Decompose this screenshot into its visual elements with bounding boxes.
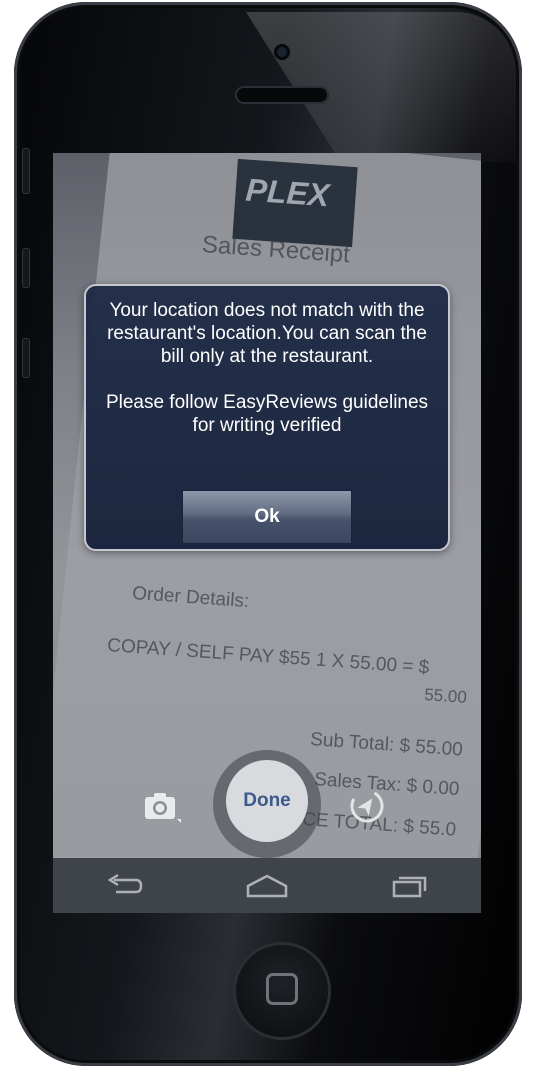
dialog-guidelines: Please follow EasyReviews guidelines for…: [105, 392, 429, 436]
home-button[interactable]: [236, 945, 328, 1037]
recent-apps-icon: [392, 876, 426, 897]
front-camera: [274, 44, 290, 60]
navigation-bar: [53, 858, 481, 913]
earpiece-speaker: [235, 86, 329, 104]
back-button[interactable]: [94, 866, 154, 906]
volume-up-button: [22, 248, 30, 288]
home-nav-button[interactable]: [237, 866, 297, 906]
home-button-icon: [266, 973, 298, 1005]
done-button[interactable]: Done: [226, 760, 308, 842]
location-pin-icon[interactable]: [347, 787, 387, 827]
camera-icon[interactable]: [141, 789, 181, 825]
volume-down-button: [22, 338, 30, 378]
dialog-message: Your location does not match with the re…: [107, 300, 427, 367]
dialog-message-scroll[interactable]: Your location does not match with the re…: [100, 299, 434, 471]
mute-switch: [22, 148, 30, 194]
recent-apps-button[interactable]: [380, 866, 440, 906]
location-alert-dialog: Your location does not match with the re…: [84, 284, 450, 551]
home-icon: [246, 874, 288, 897]
back-icon: [107, 873, 143, 893]
ok-button[interactable]: Ok: [182, 490, 352, 544]
